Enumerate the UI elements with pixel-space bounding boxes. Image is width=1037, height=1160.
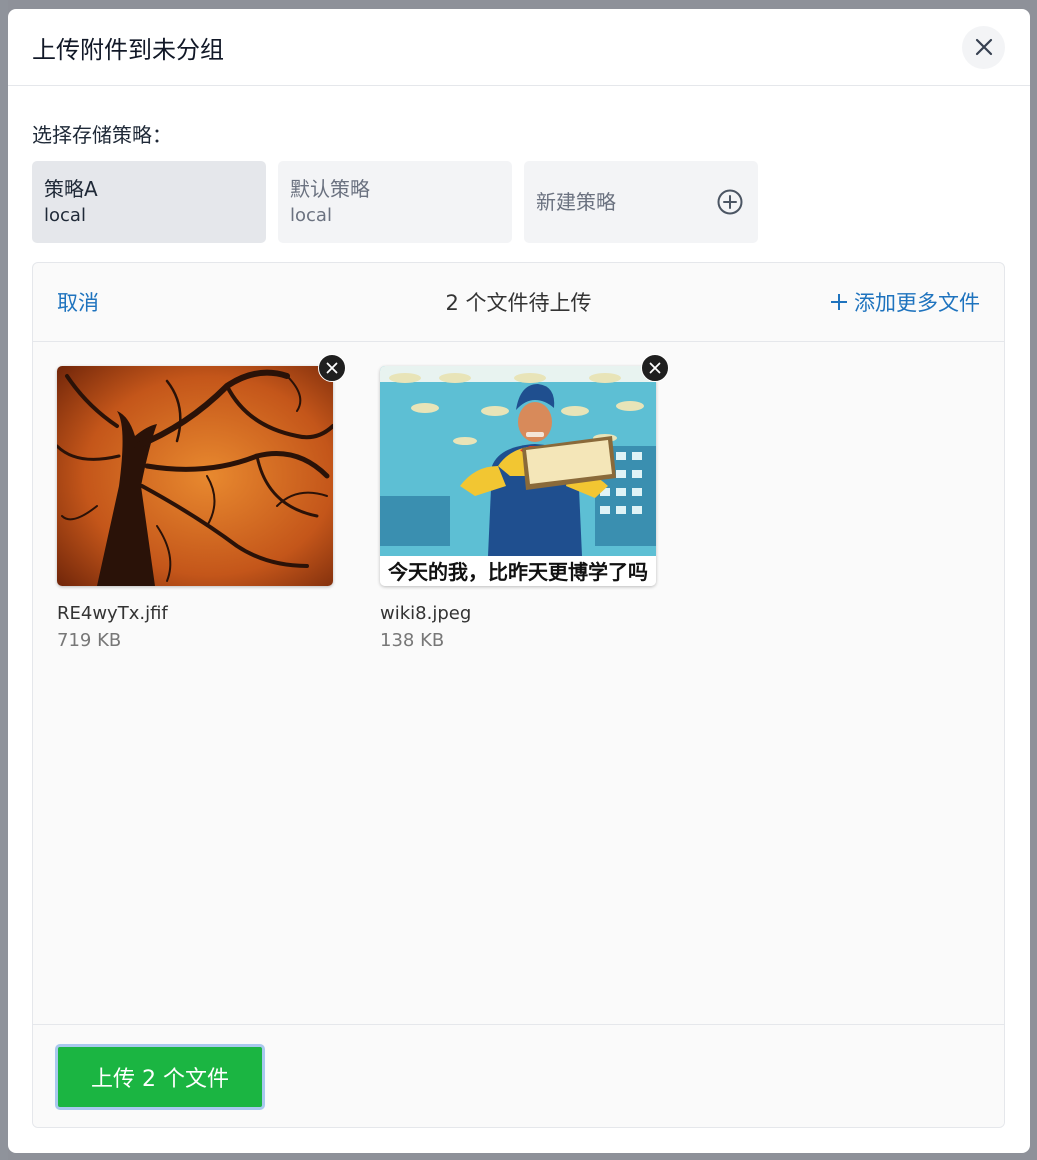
file-size: 138 KB xyxy=(380,630,445,651)
policy-type: local xyxy=(290,205,332,226)
file-size: 719 KB xyxy=(57,630,122,651)
file-item: 今天的我，比昨天更博学了吗 wiki8.jpeg 138 KB xyxy=(380,354,669,651)
plus-circle-icon xyxy=(717,189,743,215)
file-thumbnail: 今天的我，比昨天更博学了吗 xyxy=(380,366,656,586)
file-item: RE4wyTx.jfif 719 KB xyxy=(57,354,346,651)
file-name: RE4wyTx.jfif xyxy=(57,603,168,624)
policy-type: local xyxy=(44,205,86,226)
remove-file-icon xyxy=(326,362,338,374)
upload-modal: 上传附件到未分组 选择存储策略： 策略A local 默认策略 local 新建… xyxy=(8,9,1030,1153)
close-icon xyxy=(975,38,992,56)
uploader-toolbar: 取消 2 个文件待上传 添加更多文件 xyxy=(33,263,1004,342)
add-more-files-label: 添加更多文件 xyxy=(854,291,980,315)
modal-title: 上传附件到未分组 xyxy=(32,35,224,64)
poster-image: 今天的我，比昨天更博学了吗 xyxy=(380,366,656,586)
remove-file-button[interactable] xyxy=(318,354,346,382)
policy-name: 策略A xyxy=(44,177,98,201)
autumn-tree-image xyxy=(57,366,333,586)
upload-files-button[interactable]: 上传 2 个文件 xyxy=(55,1044,265,1110)
storage-policy-list: 策略A local 默认策略 local 新建策略 xyxy=(32,161,758,243)
new-policy-label: 新建策略 xyxy=(536,190,616,214)
cancel-button[interactable]: 取消 xyxy=(57,287,99,317)
remove-file-icon xyxy=(649,362,661,374)
policy-option-a[interactable]: 策略A local xyxy=(32,161,266,243)
plus-icon xyxy=(831,294,847,310)
backdrop xyxy=(0,0,8,1160)
file-list: RE4wyTx.jfif 719 KB 今天的我，比昨天更博学了吗 wiki8.… xyxy=(57,354,669,651)
new-policy-button[interactable]: 新建策略 xyxy=(524,161,758,243)
file-name: wiki8.jpeg xyxy=(380,603,472,624)
poster-caption: 今天的我，比昨天更博学了吗 xyxy=(388,560,648,584)
file-thumbnail xyxy=(57,366,333,586)
add-more-files-button[interactable]: 添加更多文件 xyxy=(830,287,980,317)
uploader-footer: 上传 2 个文件 xyxy=(33,1024,1004,1127)
policy-name: 默认策略 xyxy=(290,177,370,201)
remove-file-button[interactable] xyxy=(641,354,669,382)
policy-option-default[interactable]: 默认策略 local xyxy=(278,161,512,243)
modal-header: 上传附件到未分组 xyxy=(8,9,1030,86)
file-uploader: 取消 2 个文件待上传 添加更多文件 RE4wyTx.jfif 719 KB 今… xyxy=(32,262,1005,1128)
storage-policy-label: 选择存储策略： xyxy=(32,123,172,147)
close-button[interactable] xyxy=(962,25,1005,69)
